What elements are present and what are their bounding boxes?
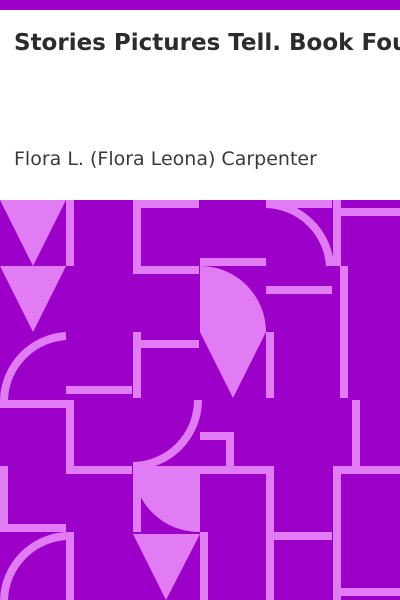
pattern-bar: [266, 466, 274, 532]
pattern-bar: [133, 266, 199, 274]
pattern-bar: [333, 466, 341, 600]
pattern-bar: [266, 536, 274, 600]
pattern-bar: [133, 340, 199, 348]
pattern-bar: [133, 466, 141, 532]
pattern-bar: [0, 524, 66, 532]
pattern-bar: [333, 588, 400, 596]
pattern-bar: [66, 400, 74, 466]
pattern-bar: [266, 286, 332, 294]
pattern-bar: [0, 466, 8, 532]
pattern-bar: [133, 200, 199, 208]
top-accent-strip: [0, 0, 400, 10]
pattern-bar: [340, 266, 348, 398]
book-title: Stories Pictures Tell. Book Four: [14, 30, 400, 56]
pattern-bar: [333, 208, 400, 216]
pattern-bar: [0, 400, 66, 408]
pattern-bar: [66, 466, 132, 474]
pattern-bar: [66, 200, 74, 266]
pattern-bar: [66, 386, 132, 394]
pattern-bar: [200, 532, 208, 600]
pattern-bar: [200, 466, 266, 474]
pattern-bar: [66, 532, 74, 600]
pattern-bar: [133, 200, 141, 266]
book-author: Flora L. (Flora Leona) Carpenter: [14, 148, 317, 170]
pattern-bar: [200, 258, 266, 266]
pattern-bar: [266, 332, 274, 398]
pattern-bar: [266, 532, 332, 540]
cover-pattern: [0, 200, 400, 600]
pattern-bar: [333, 466, 400, 474]
pattern-bar: [200, 432, 234, 440]
pattern-bar: [352, 400, 360, 466]
